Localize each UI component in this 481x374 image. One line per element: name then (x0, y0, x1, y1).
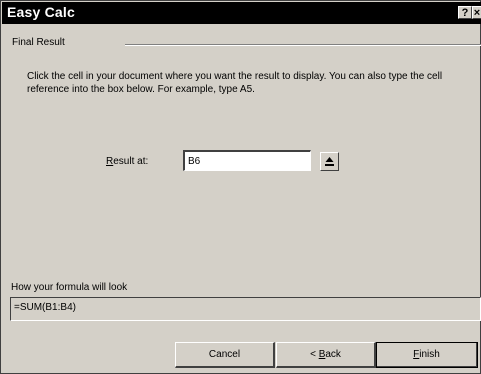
formula-preview: =SUM(B1:B4) (10, 297, 481, 321)
close-icon: × (473, 7, 481, 19)
result-cell-input[interactable] (183, 150, 311, 171)
finish-button[interactable]: Finish (376, 342, 478, 368)
section-divider (125, 44, 481, 46)
title-bar[interactable]: Easy Calc ? × (2, 2, 481, 24)
close-button[interactable]: × (472, 6, 481, 19)
window-title: Easy Calc (7, 4, 75, 20)
back-button-prefix: < (310, 349, 319, 360)
formula-preview-label: How your formula will look (11, 282, 128, 293)
instructions-text: Click the cell in your document where yo… (27, 71, 443, 95)
back-button[interactable]: < Back (276, 342, 376, 368)
section-title: Final Result (12, 37, 65, 48)
finish-button-rest: inish (419, 349, 440, 360)
easy-calc-dialog: Easy Calc ? × Final Result Click the cel… (0, 0, 481, 374)
back-button-rest: ack (325, 349, 341, 360)
cancel-button[interactable]: Cancel (175, 342, 275, 368)
result-label-rest: esult at: (113, 156, 149, 167)
help-icon: ? (461, 7, 469, 19)
collapse-dialog-button[interactable] (320, 152, 339, 171)
cancel-button-label: Cancel (208, 349, 241, 360)
help-button[interactable]: ? (458, 6, 472, 19)
collapse-arrow-icon (325, 157, 334, 166)
result-at-label: Result at: (106, 156, 148, 167)
